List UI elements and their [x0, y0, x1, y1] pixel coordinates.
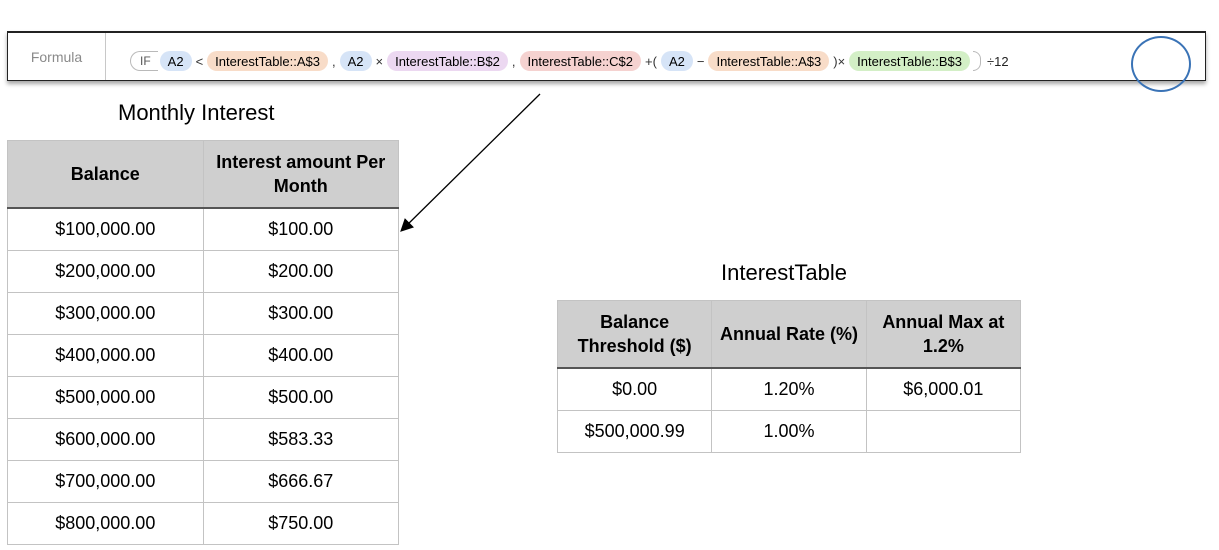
- monthly-interest-title: Monthly Interest: [118, 100, 275, 125]
- table-row: $600,000.00 $583.33: [7, 418, 400, 461]
- column-header[interactable]: Annual Max at 1.2%: [865, 300, 1022, 369]
- column-header[interactable]: Balance: [7, 140, 204, 209]
- interest-table-title: InterestTable: [721, 260, 847, 285]
- monthly-interest-table: Balance Interest amount Per Month $100,0…: [7, 140, 400, 545]
- table-cell[interactable]: $666.67: [202, 460, 400, 503]
- table-row: $0.00 1.20% $6,000.01: [556, 367, 1022, 411]
- table-row: $100,000.00 $100.00: [7, 207, 400, 251]
- table-cell[interactable]: $200,000.00: [7, 250, 204, 293]
- column-header[interactable]: Interest amount Per Month: [202, 140, 400, 209]
- table-cell[interactable]: $400.00: [202, 334, 400, 377]
- table-cell[interactable]: 1.00%: [711, 410, 867, 453]
- table-row: $500,000.00 $500.00: [7, 376, 400, 419]
- column-header[interactable]: Balance Threshold ($): [556, 300, 713, 369]
- table-cell[interactable]: $700,000.00: [7, 460, 204, 503]
- table-cell[interactable]: $100.00: [202, 207, 400, 251]
- table-cell[interactable]: $0.00: [556, 367, 713, 411]
- table-row: $200,000.00 $200.00: [7, 250, 400, 293]
- table-cell[interactable]: $300,000.00: [7, 292, 204, 335]
- column-header[interactable]: Annual Rate (%): [711, 300, 867, 369]
- table-cell[interactable]: $800,000.00: [7, 502, 204, 545]
- table-cell[interactable]: $100,000.00: [7, 207, 204, 251]
- table-cell[interactable]: $300.00: [202, 292, 400, 335]
- table-cell[interactable]: $583.33: [202, 418, 400, 461]
- table-cell[interactable]: $400,000.00: [7, 334, 204, 377]
- table-cell[interactable]: 1.20%: [711, 367, 867, 411]
- table-cell[interactable]: $750.00: [202, 502, 400, 545]
- table-cell[interactable]: $500,000.00: [7, 376, 204, 419]
- table-row: $500,000.99 1.00%: [556, 410, 1022, 453]
- table-cell[interactable]: $500.00: [202, 376, 400, 419]
- table-cell[interactable]: $200.00: [202, 250, 400, 293]
- table-cell[interactable]: [865, 410, 1022, 453]
- table-row: $300,000.00 $300.00: [7, 292, 400, 335]
- table-cell[interactable]: $600,000.00: [7, 418, 204, 461]
- table-cell[interactable]: $6,000.01: [865, 367, 1022, 411]
- interest-table: Balance Threshold ($) Annual Rate (%) An…: [556, 300, 1022, 453]
- table-row: $700,000.00 $666.67: [7, 460, 400, 503]
- table-row: $400,000.00 $400.00: [7, 334, 400, 377]
- table-cell[interactable]: $500,000.99: [556, 410, 713, 453]
- table-row: $800,000.00 $750.00: [7, 502, 400, 545]
